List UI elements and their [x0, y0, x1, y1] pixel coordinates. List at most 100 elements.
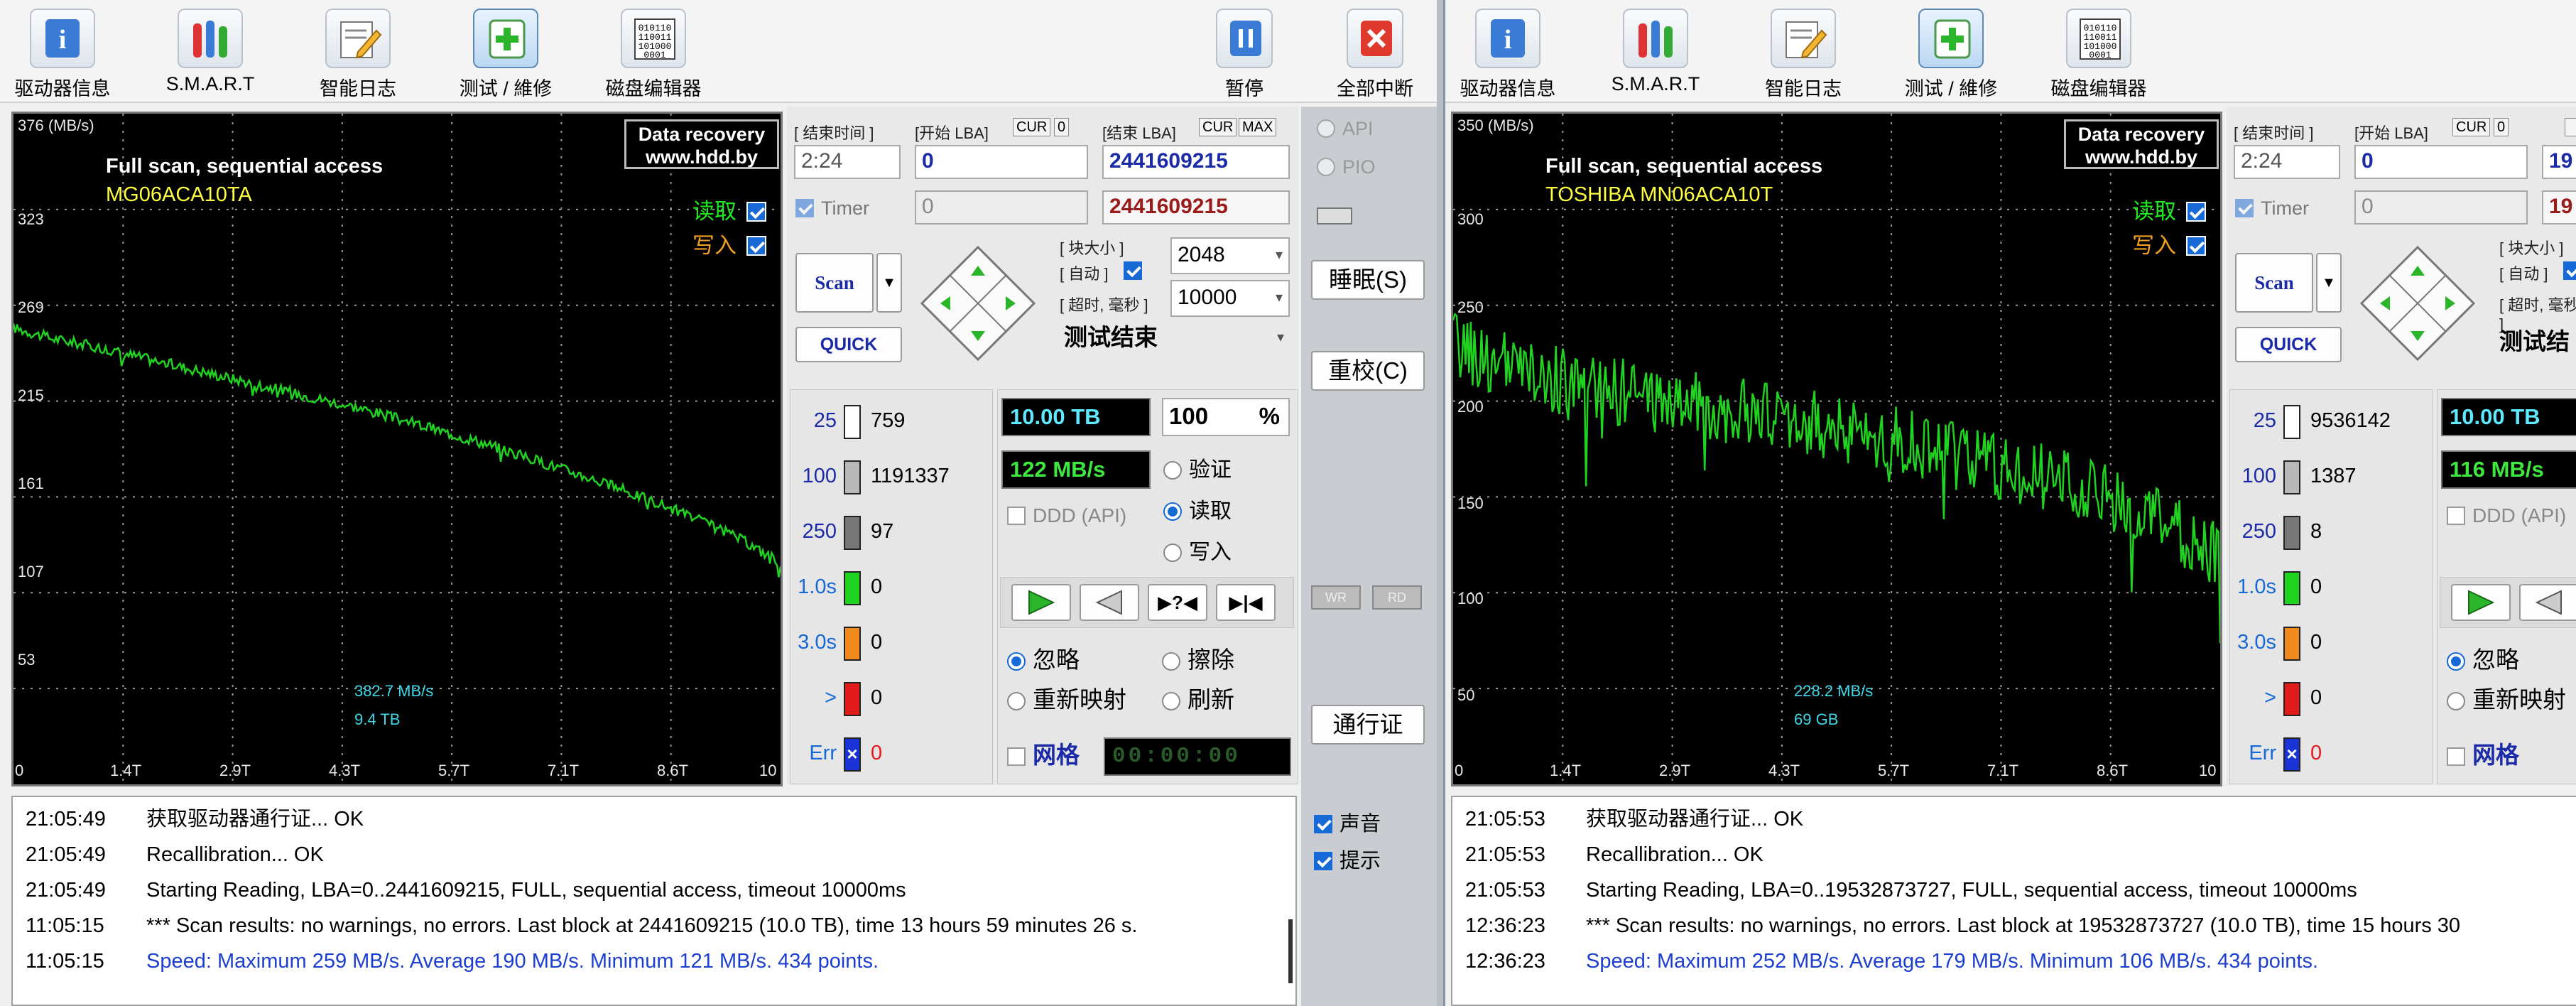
verify-radio[interactable]: [1163, 461, 1182, 480]
ignore-radio[interactable]: [1007, 652, 1026, 671]
sound-toggle[interactable]: 声音: [1314, 807, 1381, 837]
api-option[interactable]: API: [1317, 118, 1374, 140]
end-lba-field[interactable]: 19: [2542, 145, 2576, 179]
start-lba-field[interactable]: 0: [2354, 145, 2528, 179]
scan-button[interactable]: Scan: [795, 253, 874, 313]
log-pencil-icon: [1786, 21, 1827, 59]
read-toggle[interactable]: 读取: [2132, 193, 2206, 225]
auto-checkbox[interactable]: [2563, 261, 2576, 280]
write-toggle[interactable]: 写入: [2132, 227, 2206, 259]
x-tick: 10: [759, 762, 777, 779]
recalibrate-button[interactable]: 重校(C): [1311, 351, 1425, 391]
block-color-swatch: [844, 682, 861, 716]
timer-checkbox[interactable]: [2235, 199, 2254, 217]
timer-toggle[interactable]: Timer: [2235, 198, 2309, 220]
timer-toggle[interactable]: Timer: [795, 198, 869, 220]
toolbar-test-repair-button[interactable]: 测试 / 維修: [435, 4, 577, 99]
pio-radio[interactable]: [1317, 158, 1335, 176]
read-toggle[interactable]: 读取: [692, 193, 766, 225]
read-radio[interactable]: [1163, 502, 1182, 521]
time-field[interactable]: 2:24: [2234, 145, 2340, 179]
toolbar-label: S.M.A.R.T: [165, 73, 255, 94]
sleep-button[interactable]: 睡眠(S): [1311, 260, 1425, 300]
refresh-radio[interactable]: [1162, 692, 1180, 710]
status-select[interactable]: 测试结: [2499, 323, 2570, 357]
verify-option[interactable]: 验证: [1163, 452, 1232, 483]
toolbar-smart-button[interactable]: S.M.A.R.T: [1585, 4, 1727, 98]
direction-pad[interactable]: [2359, 244, 2477, 362]
timer-checkbox[interactable]: [795, 199, 814, 217]
pause-button[interactable]: 暂停: [1173, 4, 1315, 99]
max-tag[interactable]: MAX: [1239, 118, 1277, 136]
back-button[interactable]: [1080, 584, 1139, 621]
timer-lba-field[interactable]: 0: [915, 190, 1088, 225]
timer-end-lba-field[interactable]: 2441609215: [1102, 190, 1290, 225]
skip-unknown-button[interactable]: ▶?◀: [1148, 584, 1207, 621]
pio-option[interactable]: PIO: [1317, 156, 1376, 178]
grid-checkbox[interactable]: [1007, 747, 1026, 766]
time-field[interactable]: 2:24: [794, 145, 901, 179]
quick-button[interactable]: QUICK: [795, 327, 902, 362]
write-toggle[interactable]: 写入: [692, 227, 766, 259]
goto-end-button[interactable]: ▶|◀: [1216, 584, 1276, 621]
toolbar-drive-info-button[interactable]: i 驱动器信息: [1445, 4, 1579, 99]
ddd-option[interactable]: DDD (API): [1007, 504, 1126, 527]
direction-pad[interactable]: [919, 244, 1037, 362]
start-lba-field[interactable]: 0: [915, 145, 1088, 179]
remap-radio[interactable]: [2447, 692, 2465, 710]
timer-end-lba-field[interactable]: 19: [2542, 190, 2576, 225]
remap-option[interactable]: 重新映射: [2447, 681, 2566, 715]
abort-all-button[interactable]: 全部中断: [1304, 4, 1437, 99]
grid-toggle[interactable]: 网格: [2447, 736, 2519, 770]
api-radio[interactable]: [1317, 119, 1335, 138]
scan-dropdown-button[interactable]: ▼: [876, 253, 902, 313]
read-checkbox[interactable]: [746, 202, 766, 222]
scan-button[interactable]: Scan: [2235, 253, 2313, 313]
ignore-radio[interactable]: [2447, 652, 2465, 671]
scan-dropdown-button[interactable]: ▼: [2316, 253, 2342, 313]
quick-button[interactable]: QUICK: [2235, 327, 2342, 362]
end-lba-field[interactable]: 2441609215: [1102, 145, 1290, 179]
block-size-value: 2048: [1178, 243, 1225, 266]
hint-checkbox[interactable]: [1314, 852, 1332, 870]
read-option[interactable]: 读取: [1163, 493, 1232, 524]
write-option[interactable]: 写入: [1163, 534, 1232, 566]
ddd-checkbox[interactable]: [1007, 507, 1026, 525]
timer-lba-field[interactable]: 0: [2354, 190, 2528, 225]
toolbar-drive-info-button[interactable]: i 驱动器信息: [0, 4, 134, 99]
block-size-select[interactable]: 2048 ▾: [1170, 237, 1290, 274]
write-checkbox[interactable]: [2186, 236, 2206, 256]
toolbar-smart-log-button[interactable]: 智能日志: [1732, 4, 1874, 99]
erase-radio[interactable]: [1162, 652, 1180, 671]
toolbar-disk-editor-button[interactable]: 010110 110011 101000 0001 磁盘编辑器: [2028, 4, 2170, 99]
ignore-option[interactable]: 忽略: [1007, 641, 1080, 675]
play-button[interactable]: [2451, 584, 2511, 621]
ddd-checkbox[interactable]: [2447, 507, 2465, 525]
write-radio[interactable]: [1163, 543, 1182, 562]
refresh-option[interactable]: 刷新: [1162, 681, 1234, 715]
toolbar-disk-editor-button[interactable]: 010110 110011 101000 0001 磁盘编辑器: [582, 4, 724, 99]
remap-radio[interactable]: [1007, 692, 1026, 710]
toolbar-test-repair-button[interactable]: 测试 / 維修: [1880, 4, 2022, 99]
toolbar-smart-button[interactable]: S.M.A.R.T: [139, 4, 281, 98]
passport-button[interactable]: 通行证: [1311, 705, 1425, 745]
speed-display: 122 MB/s: [1001, 450, 1151, 489]
read-checkbox[interactable]: [2186, 202, 2206, 222]
erase-option[interactable]: 擦除: [1162, 641, 1234, 675]
remap-option[interactable]: 重新映射: [1007, 681, 1126, 715]
toolbar-smart-log-button[interactable]: 智能日志: [287, 4, 429, 99]
sound-checkbox[interactable]: [1314, 815, 1332, 833]
log-time: 21:05:53: [1465, 879, 1545, 902]
auto-checkbox[interactable]: [1124, 261, 1142, 280]
write-checkbox[interactable]: [746, 236, 766, 256]
log-message: 获取驱动器通行证... OK: [146, 808, 364, 831]
grid-checkbox[interactable]: [2447, 747, 2465, 766]
back-button[interactable]: [2519, 584, 2576, 621]
timeout-select[interactable]: 10000 ▾: [1170, 280, 1290, 317]
hint-toggle[interactable]: 提示: [1314, 844, 1381, 874]
status-select[interactable]: 测试结束 ▾: [1058, 323, 1290, 361]
ddd-option[interactable]: DDD (API): [2447, 504, 2566, 527]
grid-toggle[interactable]: 网格: [1007, 736, 1080, 770]
ignore-option[interactable]: 忽略: [2447, 641, 2519, 675]
play-button[interactable]: [1011, 584, 1071, 621]
